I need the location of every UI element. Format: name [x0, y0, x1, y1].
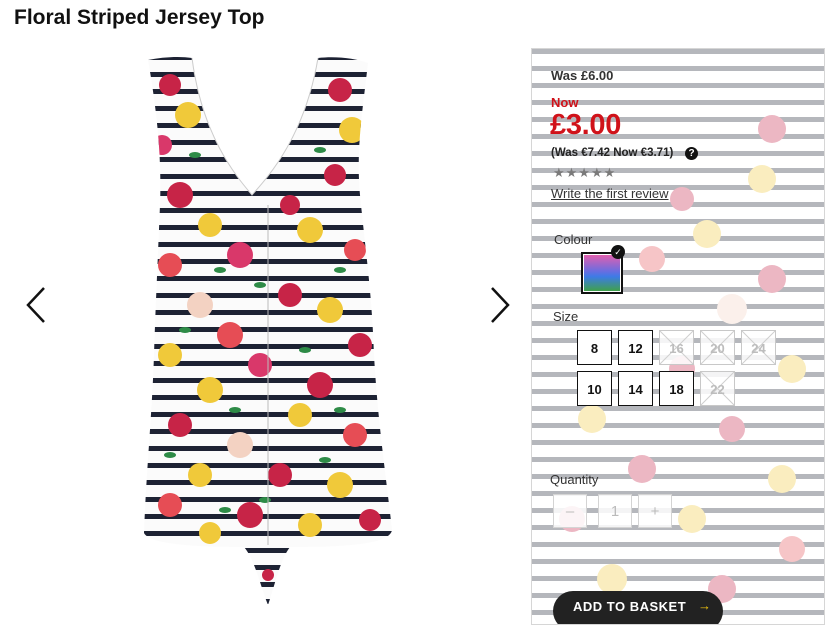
euro-price: (Was €7.42 Now €3.71) — [551, 147, 674, 159]
next-image-button[interactable] — [480, 280, 520, 330]
quantity-plus-button[interactable]: + — [638, 494, 672, 528]
was-price: Was £6.00 — [551, 68, 614, 83]
size-value: 20 — [710, 341, 725, 356]
size-option-10[interactable]: 10 — [577, 371, 612, 406]
quantity-input[interactable]: 1 — [598, 494, 632, 528]
now-label: Now — [551, 95, 579, 110]
size-option-20: 20 — [700, 330, 735, 365]
prev-image-button[interactable] — [18, 280, 58, 330]
question-circle-icon[interactable]: ? — [685, 147, 698, 160]
add-to-basket-label: ADD TO BASKET — [573, 599, 687, 614]
size-option-22: 22 — [700, 371, 735, 406]
check-badge-icon: ✓ — [611, 245, 625, 259]
quantity-label: Quantity — [550, 472, 599, 487]
product-title: Floral Striped Jersey Top — [14, 6, 265, 29]
size-option-12[interactable]: 12 — [618, 330, 653, 365]
write-review-link[interactable]: Write the first review — [551, 186, 669, 201]
size-option-8[interactable]: 8 — [577, 330, 612, 365]
size-option-24: 24 — [741, 330, 776, 365]
add-to-basket-button[interactable]: ADD TO BASKET → — [553, 591, 723, 624]
size-value: 16 — [669, 341, 684, 356]
size-value: 22 — [710, 382, 725, 397]
now-price: £3.00 — [550, 109, 622, 141]
purchase-panel: Was £6.00 Now £3.00 (Was €7.42 Now €3.71… — [531, 48, 825, 625]
size-value: 24 — [751, 341, 766, 356]
product-image — [140, 55, 395, 611]
size-option-18[interactable]: 18 — [659, 371, 694, 406]
colour-label: Colour — [554, 232, 593, 247]
chevron-right-icon — [491, 287, 510, 323]
size-label: Size — [553, 309, 579, 324]
rating-stars: ★★★★★ — [553, 165, 617, 180]
quantity-minus-button[interactable]: – — [553, 494, 587, 528]
size-option-16: 16 — [659, 330, 694, 365]
chevron-left-icon — [26, 287, 45, 323]
size-option-14[interactable]: 14 — [618, 371, 653, 406]
